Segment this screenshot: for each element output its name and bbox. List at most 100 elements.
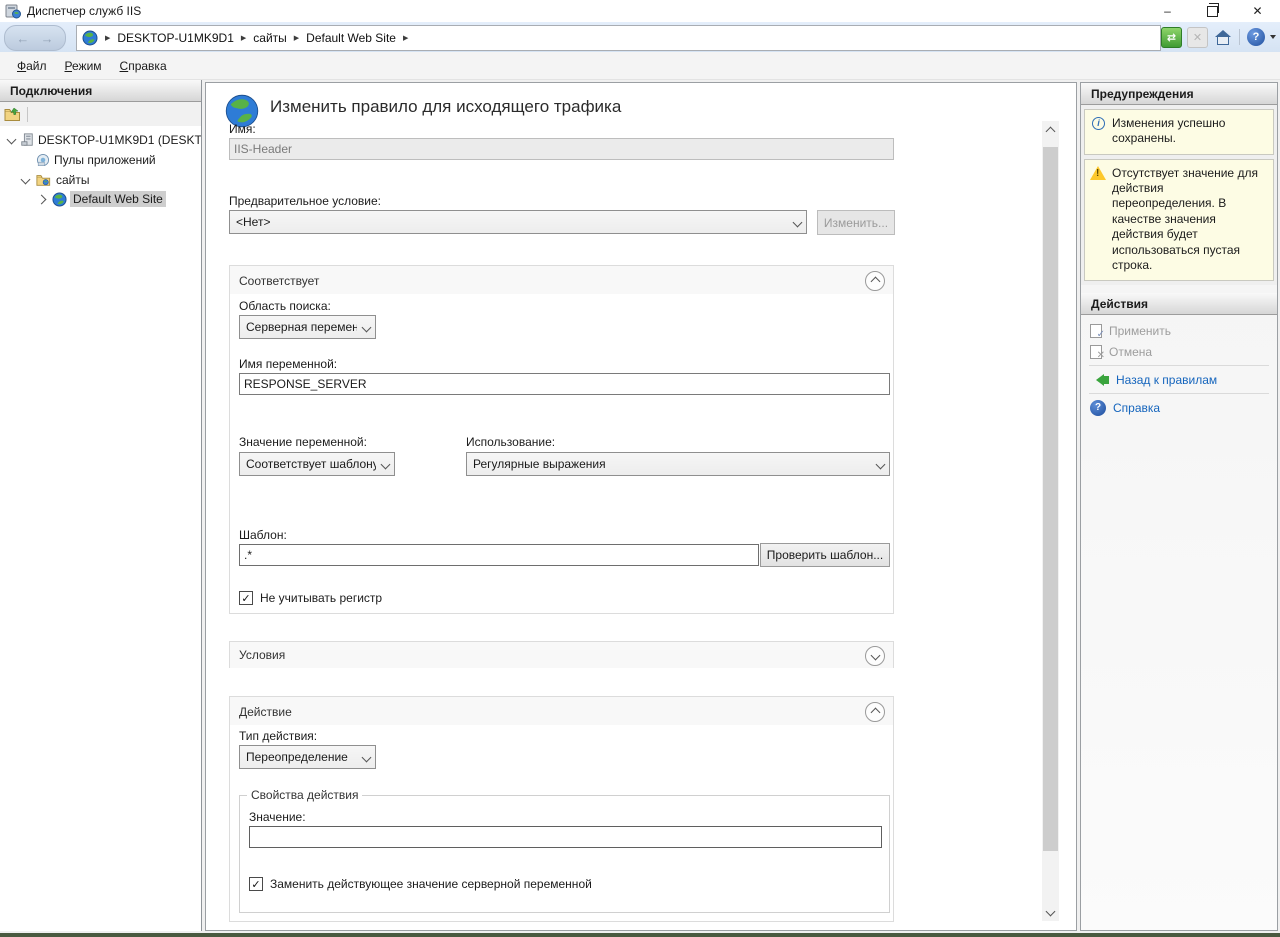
collapse-button[interactable] (865, 271, 885, 291)
check-icon: ✓ (251, 878, 260, 891)
alert-text: Изменения успешно сохранены. (1112, 116, 1225, 145)
variable-name-label: Имя переменной: (239, 357, 337, 371)
iis-manager-window: Диспетчер служб IIS – ✕ ← → ▶ DESKTOP-U1… (0, 0, 1280, 937)
precondition-select[interactable]: <Нет> (229, 210, 807, 234)
menu-file[interactable]: Файл (8, 55, 56, 77)
save-connections-icon[interactable] (4, 107, 21, 122)
crumb-server[interactable]: DESKTOP-U1MK9D1 (117, 31, 233, 45)
close-icon: ✕ (1252, 4, 1262, 18)
edit-outbound-rule-page: Изменить правило для исходящего трафика … (205, 82, 1077, 931)
scroll-up-button[interactable] (1042, 121, 1059, 138)
action-type-value: Переопределение (246, 750, 357, 764)
replace-value-row[interactable]: ✓ Заменить действующее значение серверно… (249, 877, 592, 891)
tree-item-server[interactable]: DESKTOP-U1MK9D1 (DESKTOP (0, 130, 201, 150)
variable-value-label: Значение переменной: (239, 435, 367, 449)
cancel-icon: ✕ (1090, 345, 1102, 359)
action-properties-legend: Свойства действия (247, 788, 362, 802)
conditions-section-header[interactable] (230, 642, 893, 668)
alert-text: Отсутствует значение для действия переоп… (1112, 166, 1258, 272)
stop-icon: ✕ (1193, 31, 1202, 44)
alerts-header: Предупреждения (1081, 83, 1277, 105)
value-label: Значение: (249, 810, 306, 824)
tree-item-default-web-site[interactable]: Default Web Site (0, 190, 201, 210)
sites-folder-icon (36, 173, 51, 187)
back-to-rules-action[interactable]: Назад к правилам (1081, 369, 1277, 390)
collapse-button[interactable] (865, 702, 885, 722)
help-dropdown-caret[interactable] (1270, 35, 1276, 39)
crumb-sites[interactable]: сайты (253, 31, 287, 45)
minimize-button[interactable]: – (1145, 0, 1190, 22)
action-type-label: Тип действия: (239, 729, 317, 743)
crumb-arrow-icon[interactable]: ▶ (241, 34, 246, 42)
expander-icon[interactable] (37, 195, 47, 205)
precondition-value: <Нет> (236, 215, 788, 229)
connections-panel: Подключения DESKTOP-U1MK9D1 (DESKTOP (0, 80, 202, 931)
refresh-button[interactable]: ⇄ (1161, 27, 1182, 48)
chevron-up-icon (870, 707, 880, 717)
help-button[interactable]: ? (1247, 28, 1265, 46)
scope-select[interactable]: Серверная переменн (239, 315, 376, 339)
replace-value-checkbox[interactable]: ✓ (249, 877, 263, 891)
chevron-down-icon (361, 752, 371, 762)
chevron-down-icon (361, 322, 371, 332)
ignore-case-checkbox[interactable]: ✓ (239, 591, 253, 605)
help-label: Справка (1113, 401, 1160, 415)
action-value-input[interactable] (249, 826, 882, 848)
chevron-down-icon (792, 217, 802, 227)
divider (1089, 393, 1269, 394)
using-select[interactable]: Регулярные выражения (466, 452, 890, 476)
expand-button[interactable] (865, 646, 885, 666)
precondition-label: Предварительное условие: (229, 194, 381, 208)
expander-icon[interactable] (21, 175, 31, 185)
right-pane: Предупреждения i Изменения успешно сохра… (1080, 82, 1278, 931)
using-label: Использование: (466, 435, 555, 449)
crumb-default-web-site[interactable]: Default Web Site (306, 31, 396, 45)
chevron-up-icon (870, 276, 880, 286)
chevron-down-icon (875, 459, 885, 469)
info-icon: i (1092, 117, 1105, 130)
tree-item-sites[interactable]: сайты (0, 170, 201, 190)
tree-item-label: сайты (56, 173, 90, 187)
match-section-header[interactable] (230, 266, 893, 294)
variable-name-input[interactable] (239, 373, 890, 395)
ignore-case-label: Не учитывать регистр (260, 591, 382, 605)
app-icon (5, 3, 21, 19)
crumb-arrow-icon[interactable]: ▶ (294, 34, 299, 42)
tree-item-label: Пулы приложений (54, 153, 156, 167)
restore-button[interactable] (1190, 0, 1235, 22)
pattern-input[interactable] (239, 544, 759, 566)
scrollbar-thumb[interactable] (1043, 147, 1058, 851)
app-pools-icon (36, 153, 50, 167)
forward-button[interactable]: → (41, 31, 54, 46)
match-section: Соответствует Область поиска: Серверная … (229, 265, 894, 614)
back-button[interactable]: ← (16, 31, 29, 46)
tree-item-app-pools[interactable]: Пулы приложений (0, 150, 201, 170)
variable-value-select[interactable]: Соответствует шаблону (239, 452, 395, 476)
using-value: Регулярные выражения (473, 457, 871, 471)
close-button[interactable]: ✕ (1235, 0, 1280, 22)
help-icon: ? (1090, 400, 1106, 416)
title-bar: Диспетчер служб IIS – ✕ (0, 0, 1280, 22)
pattern-label: Шаблон: (239, 528, 287, 542)
match-section-title: Соответствует (239, 274, 319, 288)
rule-name-input (229, 138, 894, 160)
actions-list: ✓ Применить ✕ Отмена Назад к правилам ? … (1081, 315, 1277, 418)
expander-icon[interactable] (7, 135, 17, 145)
ignore-case-row[interactable]: ✓ Не учитывать регистр (239, 591, 382, 605)
apply-icon: ✓ (1090, 324, 1102, 338)
vertical-scrollbar[interactable] (1042, 121, 1059, 921)
menu-view[interactable]: Режим (56, 55, 111, 77)
action-type-select[interactable]: Переопределение (239, 745, 376, 769)
breadcrumb[interactable]: ▶ DESKTOP-U1MK9D1 ▶ сайты ▶ Default Web … (76, 25, 1161, 51)
back-arrow-icon (1090, 374, 1109, 386)
server-icon (20, 133, 34, 147)
scroll-down-button[interactable] (1042, 904, 1059, 921)
crumb-arrow-icon[interactable]: ▶ (403, 34, 408, 42)
action-section-header[interactable] (230, 697, 893, 725)
test-pattern-button[interactable]: Проверить шаблон... (760, 543, 890, 567)
help-action[interactable]: ? Справка (1081, 397, 1277, 418)
menu-help[interactable]: Справка (111, 55, 176, 77)
action-section-title: Действие (239, 705, 292, 719)
home-button[interactable] (1213, 28, 1232, 47)
crumb-arrow-icon: ▶ (105, 34, 110, 42)
